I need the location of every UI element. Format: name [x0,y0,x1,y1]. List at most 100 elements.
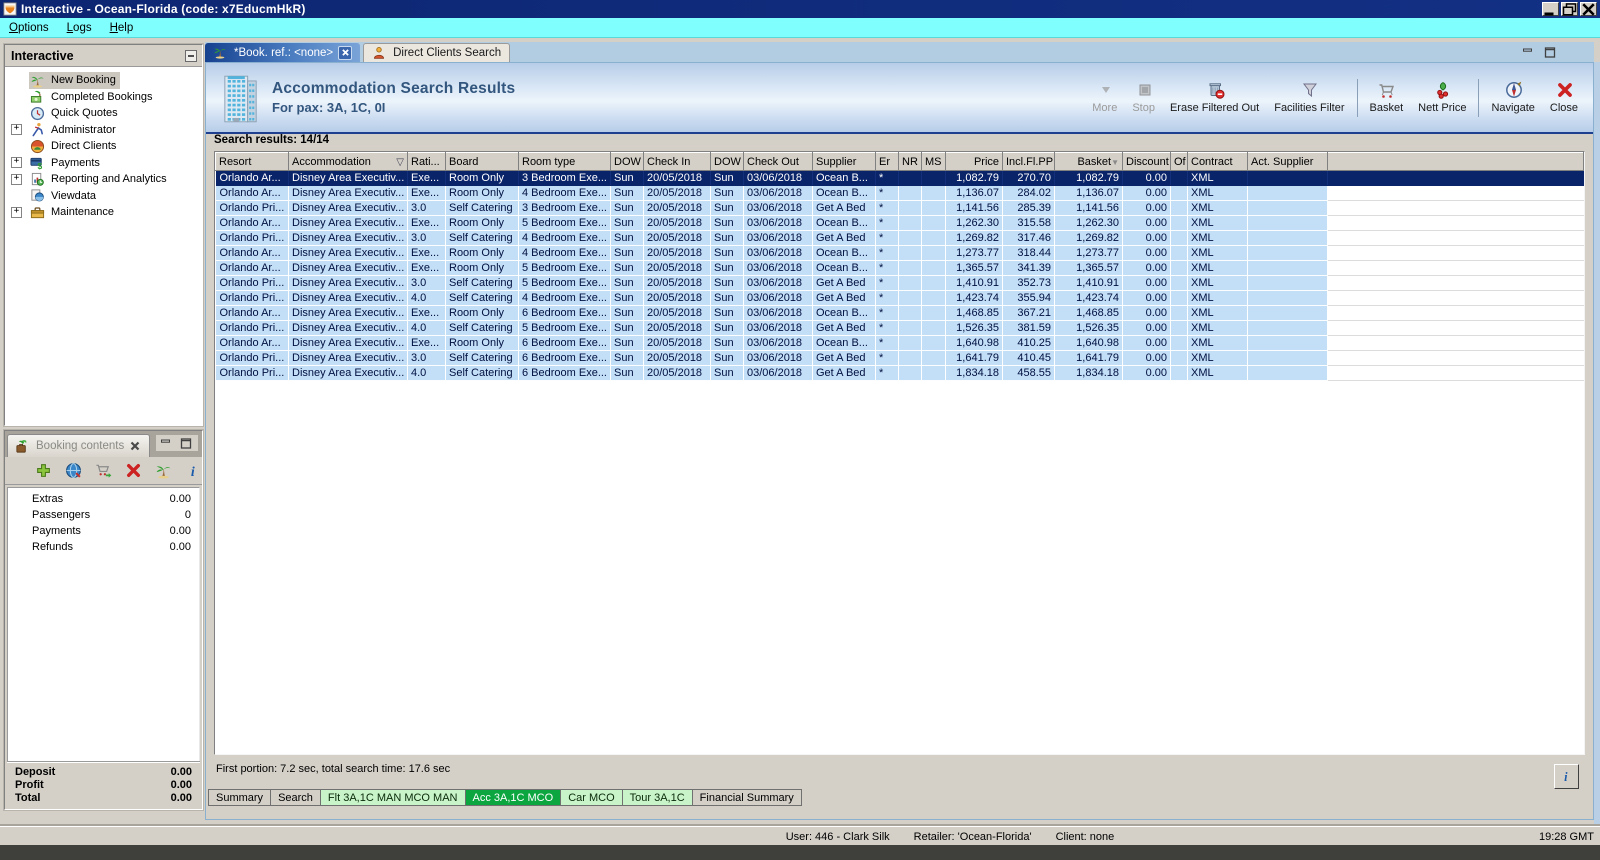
column-header[interactable]: MS [921,152,946,171]
column-header-filler [1327,152,1584,171]
column-header[interactable]: NR [898,152,922,171]
tree-item[interactable]: + Reporting and Analytics [5,171,202,188]
column-header[interactable]: Discount [1122,152,1171,171]
toolbar-button[interactable]: Facilities Filter [1271,80,1347,115]
tree-item[interactable]: + $ Payments [5,155,202,172]
toolbar-button[interactable]: Navigate [1488,80,1537,115]
table-row[interactable]: Orlando Pri... Disney Area Executiv... 3… [215,200,1584,216]
table-row[interactable]: Orlando Ar... Disney Area Executiv... Ex… [215,305,1584,321]
table-row[interactable]: Orlando Pri... Disney Area Executiv... 4… [215,365,1584,381]
table-row[interactable]: Orlando Pri... Disney Area Executiv... 4… [215,320,1584,336]
workspace-window-controls [1522,46,1594,62]
expand-plus-icon[interactable]: + [11,157,22,169]
table-row[interactable]: Orlando Ar... Disney Area Executiv... Ex… [215,245,1584,261]
column-header[interactable]: DOW [710,152,744,171]
menu-item[interactable]: Help [101,20,143,36]
toolbar-button[interactable]: Close [1547,80,1581,115]
column-header[interactable]: DOW [610,152,644,171]
basket-cart-icon [1378,81,1395,99]
column-header[interactable]: Accommodation [288,152,408,171]
toolbar-button[interactable]: Nett Price [1415,80,1469,115]
tree-item[interactable]: + Quick Quotes [5,105,202,122]
column-header[interactable]: Of [1170,152,1188,171]
expand-plus-icon[interactable]: + [11,206,22,218]
booking-summary-row[interactable]: Passengers 0 [8,507,199,523]
add-plus-icon [35,462,52,479]
menu-item[interactable]: Logs [58,20,101,36]
table-row[interactable]: Orlando Ar... Disney Area Executiv... Ex… [215,215,1584,231]
table-row[interactable]: Orlando Ar... Disney Area Executiv... Ex… [215,335,1584,351]
palm-tree-icon [213,45,229,60]
menu-item[interactable]: Options [0,20,58,36]
column-header[interactable]: Price [945,152,1003,171]
workspace-tab[interactable]: Direct Clients Search [363,43,511,62]
bottom-tab[interactable]: Flt 3A,1C MAN MCO MAN [319,789,466,806]
column-header[interactable]: Check Out [743,152,813,171]
booking-contents-tab[interactable]: Booking contents [7,434,151,457]
bottom-tab[interactable]: Summary [208,789,272,806]
table-row[interactable]: Orlando Pri... Disney Area Executiv... 3… [215,350,1584,366]
window-button[interactable] [1542,2,1559,16]
expand-plus-icon[interactable]: + [11,124,22,136]
tree-item[interactable]: + Administrator [5,122,202,139]
column-header[interactable]: Board [445,152,519,171]
panel-control-button[interactable] [1522,46,1536,58]
window-button[interactable] [1561,2,1578,16]
column-header[interactable]: Incl.Fl.PP [1002,152,1055,171]
panel-control-button[interactable] [180,437,194,449]
tree-item[interactable]: + New Booking [5,71,202,89]
filter-funnel-icon[interactable] [396,156,404,168]
column-header[interactable]: Rati... [407,152,446,171]
column-header[interactable]: Room type [518,152,611,171]
person-icon [372,46,388,61]
info-button[interactable]: i [1554,764,1579,789]
toolbar-button[interactable]: More [1089,80,1120,115]
table-row[interactable]: Orlando Pri... Disney Area Executiv... 3… [215,230,1584,246]
booking-tab-close-button[interactable] [129,440,142,453]
table-row[interactable]: Orlando Ar... Disney Area Executiv... Ex… [215,185,1584,201]
table-row[interactable]: Orlando Pri... Disney Area Executiv... 4… [215,290,1584,306]
booking-toolbar-button[interactable] [125,462,142,480]
toolbar-button[interactable]: Stop [1129,80,1158,115]
column-header[interactable]: Basket [1054,152,1123,171]
window-button[interactable] [1580,2,1597,16]
booking-summary-row[interactable]: Extras 0.00 [8,491,199,507]
tree-item[interactable]: + Maintenance [5,204,202,221]
tree-item[interactable]: + Viewdata [5,188,202,205]
column-header[interactable]: Resort [215,152,289,171]
panel-control-button[interactable] [1544,46,1558,58]
bottom-tab[interactable]: Financial Summary [691,789,802,806]
bottom-tab[interactable]: Acc 3A,1C MCO [464,789,562,806]
collapse-panel-button[interactable] [185,49,198,62]
table-row[interactable]: Orlando Ar... Disney Area Executiv... Ex… [215,170,1584,186]
toolbar-button[interactable] [1478,78,1480,117]
table-row[interactable]: Orlando Pri... Disney Area Executiv... 3… [215,275,1584,291]
tree-item[interactable]: + Direct Clients [5,138,202,155]
bottom-tab[interactable]: Tour 3A,1C [621,789,693,806]
summary-value: 0.00 [169,541,191,553]
panel-control-button[interactable] [160,437,174,449]
booking-toolbar-button[interactable] [65,462,82,480]
expand-plus-icon[interactable]: + [11,173,22,185]
booking-toolbar-button[interactable] [95,462,112,480]
table-row[interactable]: Orlando Ar... Disney Area Executiv... Ex… [215,260,1584,276]
tree-item[interactable]: + Completed Bookings [5,89,202,106]
totals-row: Profit 0.00 [7,778,200,791]
booking-summary-row[interactable]: Payments 0.00 [8,523,199,539]
workspace-tab[interactable]: *Book. ref.: <none> [205,43,361,62]
bottom-tab[interactable]: Search [270,789,321,806]
column-header[interactable]: Supplier [812,152,876,171]
toolbar-button[interactable]: Basket [1367,80,1407,115]
tab-close-button[interactable] [338,45,353,60]
bottom-tab[interactable]: Car MCO [560,789,623,806]
column-header[interactable]: Er [875,152,899,171]
booking-toolbar-button[interactable] [155,462,172,480]
toolbar-button[interactable] [1356,78,1358,117]
booking-summary-row[interactable]: Refunds 0.00 [8,539,199,555]
column-header[interactable]: Contract [1187,152,1248,171]
booking-toolbar-button[interactable]: i [185,462,202,480]
toolbar-button[interactable]: Erase Filtered Out [1167,80,1262,115]
column-header[interactable]: Check In [643,152,711,171]
column-header[interactable]: Act. Supplier [1247,152,1328,171]
booking-toolbar-button[interactable] [35,462,52,480]
